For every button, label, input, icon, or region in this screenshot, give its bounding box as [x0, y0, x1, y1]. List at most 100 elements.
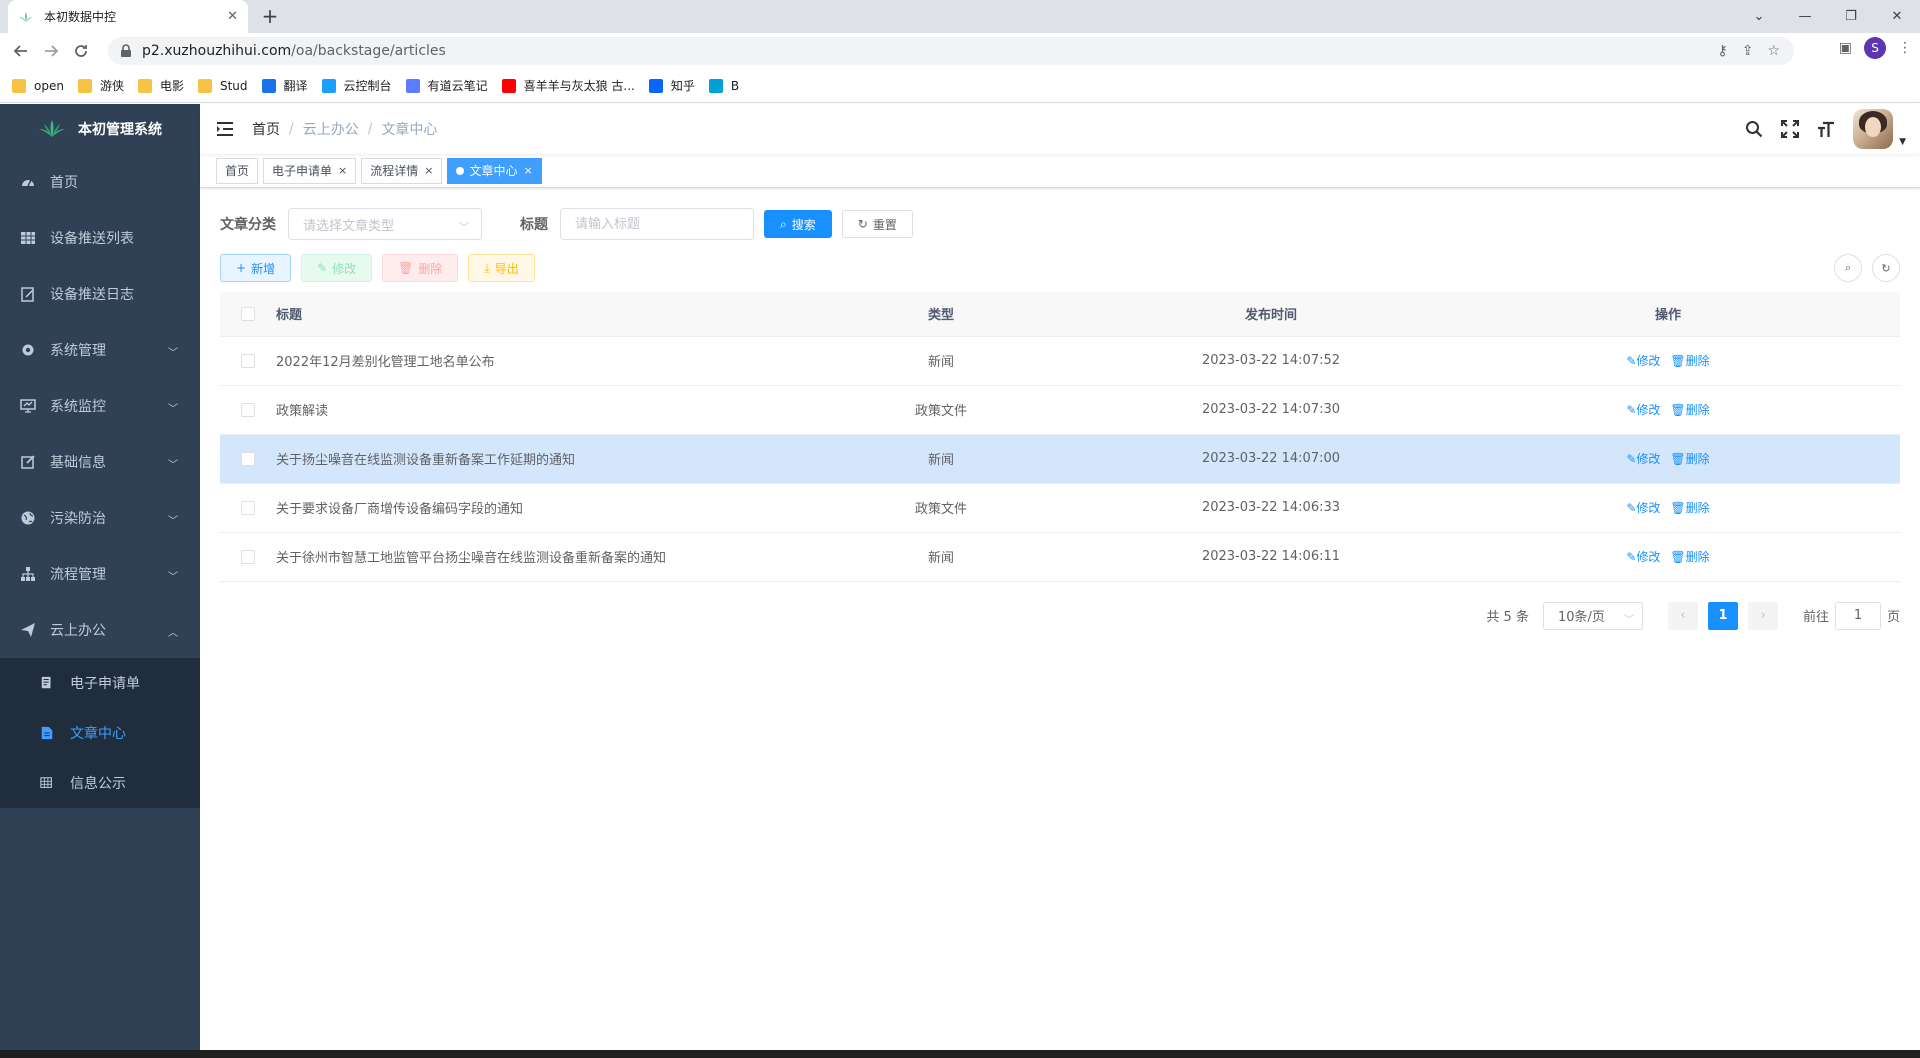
add-button[interactable]: + 新增 — [220, 254, 292, 282]
bookmark-0[interactable]: open — [12, 74, 64, 98]
table-row[interactable]: 关于要求设备厂商增传设备编码字段的通知 政策文件 2023-03-22 14:06:… — [220, 483, 1900, 533]
side-panel-icon[interactable]: ▣ — [1839, 40, 1852, 56]
row-delete-label: 删除 — [1685, 501, 1710, 515]
row-edit-link[interactable]: ✎修改 — [1626, 452, 1660, 466]
export-button[interactable]: ⤓ 导出 — [468, 254, 535, 282]
sidebar-item-1[interactable]: 设备推送列表 — [0, 210, 200, 266]
reset-button[interactable]: ↻ 重置 — [841, 210, 913, 238]
sidebar-subitem-1[interactable]: 文章中心 — [0, 708, 200, 758]
hamburger-icon[interactable] — [216, 121, 234, 137]
sidebar-item-2[interactable]: 设备推送日志 — [0, 266, 200, 322]
sidebar-subitem-0[interactable]: 电子申请单 — [0, 658, 200, 708]
sidebar-item-0[interactable]: 首页 — [0, 154, 200, 210]
refresh-button[interactable]: ↻ — [1872, 254, 1900, 282]
reload-button[interactable] — [66, 36, 96, 66]
goto-input[interactable] — [1834, 601, 1881, 630]
restore-button[interactable]: ❐ — [1828, 0, 1874, 33]
table-row[interactable]: 政策解读 政策文件 2023-03-22 14:07:30 ✎修改 🗑删除 — [220, 385, 1900, 435]
row-checkbox[interactable] — [241, 402, 255, 417]
sidebar-subitem-2[interactable]: 信息公示 — [0, 758, 200, 808]
sidebar-logo[interactable]: 本初管理系统 — [0, 104, 200, 154]
row-delete-link[interactable]: 🗑删除 — [1670, 452, 1709, 466]
bookmark-3[interactable]: Stud — [197, 74, 248, 98]
next-page-button[interactable]: › — [1747, 601, 1778, 630]
bookmark-4[interactable]: 翻译 — [261, 74, 308, 98]
row-edit-label: 修改 — [1636, 452, 1661, 466]
row-checkbox[interactable] — [241, 353, 255, 368]
bookmark-9[interactable]: B — [708, 74, 739, 98]
profile-avatar[interactable]: S — [1864, 37, 1886, 59]
table-row[interactable]: 2022年12月差别化管理工地名单公布 新闻 2023-03-22 14:07:52… — [220, 336, 1900, 386]
tag-label: 文章中心 — [469, 164, 518, 178]
back-button[interactable] — [6, 36, 36, 66]
new-tab-button[interactable]: + — [258, 5, 282, 29]
row-select-cell — [220, 385, 276, 435]
url-bar[interactable]: p2.xuzhouzhihui.com/oa/backstage/article… — [108, 37, 1794, 65]
star-icon[interactable]: ☆ — [1767, 43, 1780, 59]
prev-page-button[interactable]: ‹ — [1667, 601, 1698, 630]
page-size-select[interactable]: 10条/页 ﹀ — [1542, 601, 1643, 630]
bookmark-1[interactable]: 游侠 — [77, 74, 124, 98]
title-input[interactable] — [560, 208, 754, 240]
row-checkbox[interactable] — [241, 549, 255, 564]
fullscreen-icon[interactable] — [1781, 120, 1800, 138]
zhihu-icon — [648, 78, 663, 93]
translate-icon — [261, 78, 276, 93]
minimize-button[interactable]: — — [1782, 0, 1828, 33]
table-row[interactable]: 关于扬尘噪音在线监测设备重新备案工作延期的通知 新闻 2023-03-22 14:0… — [220, 434, 1900, 484]
tag-3[interactable]: 文章中心 × — [447, 157, 542, 184]
bookmark-6[interactable]: 有道云笔记 — [405, 74, 488, 98]
toggle-search-button[interactable]: ⌕ — [1834, 254, 1862, 282]
sidebar-item-5[interactable]: 基础信息 ﹀ — [0, 434, 200, 490]
breadcrumb-item-cloud-office: 云上办公 — [302, 122, 359, 138]
bookmark-8[interactable]: 知乎 — [648, 74, 695, 98]
row-checkbox[interactable] — [241, 451, 255, 466]
row-delete-link[interactable]: 🗑删除 — [1670, 354, 1709, 368]
logo-favicon-icon — [19, 11, 33, 22]
search-icon[interactable] — [1745, 120, 1763, 138]
sidebar-item-4[interactable]: 系统监控 ﹀ — [0, 378, 200, 434]
row-delete-link[interactable]: 🗑删除 — [1670, 501, 1709, 515]
bookmark-7[interactable]: 喜羊羊与灰太狼 古... — [501, 74, 635, 98]
tag-2[interactable]: 流程详情 × — [361, 157, 443, 184]
row-delete-link[interactable]: 🗑删除 — [1670, 403, 1709, 417]
row-checkbox[interactable] — [241, 500, 255, 515]
row-edit-link[interactable]: ✎修改 — [1626, 501, 1660, 515]
row-delete-link[interactable]: 🗑删除 — [1670, 550, 1709, 564]
forward-button[interactable] — [36, 36, 66, 66]
tag-0[interactable]: 首页 — [216, 157, 259, 184]
sidebar-item-8[interactable]: 云上办公 ︿ — [0, 602, 200, 658]
browser-tab[interactable]: 本初数据中控 ✕ — [8, 0, 248, 33]
row-time: 2023-03-22 14:06:33 — [1106, 483, 1436, 533]
bookmark-5[interactable]: 云控制台 — [321, 74, 392, 98]
close-window-button[interactable]: ✕ — [1874, 0, 1920, 33]
row-edit-link[interactable]: ✎修改 — [1626, 403, 1660, 417]
close-icon[interactable]: × — [524, 164, 533, 177]
sidebar-item-7[interactable]: 流程管理 ﹀ — [0, 546, 200, 602]
delete-button[interactable]: 🗑 删除 — [382, 254, 459, 282]
select-all-checkbox[interactable] — [241, 306, 255, 321]
row-edit-link[interactable]: ✎修改 — [1626, 354, 1660, 368]
table-row[interactable]: 关于徐州市智慧工地监管平台扬尘噪音在线监测设备重新备案的通知 新闻 2023-03-… — [220, 532, 1900, 582]
tag-1[interactable]: 电子申请单 × — [263, 157, 357, 184]
edit-button[interactable]: ✎ 修改 — [301, 254, 373, 282]
close-icon[interactable]: × — [424, 164, 433, 177]
row-edit-link[interactable]: ✎修改 — [1626, 550, 1660, 564]
font-size-icon[interactable] — [1817, 120, 1835, 138]
tab-close-icon[interactable]: ✕ — [227, 9, 238, 24]
tab-search-icon[interactable]: ⌄ — [1736, 0, 1782, 33]
page-number-current[interactable]: 1 — [1707, 601, 1738, 630]
menu-dots-icon[interactable]: ⋮ — [1898, 40, 1912, 56]
trash-icon: 🗑 — [1670, 452, 1686, 466]
caret-down-icon[interactable]: ▼ — [1899, 137, 1906, 147]
share-icon[interactable]: ⇪ — [1742, 43, 1754, 59]
bookmark-2[interactable]: 电影 — [137, 74, 184, 98]
breadcrumb-item-home[interactable]: 首页 — [252, 119, 280, 139]
key-icon[interactable]: ⚷ — [1717, 43, 1727, 59]
sidebar-item-3[interactable]: 系统管理 ﹀ — [0, 322, 200, 378]
sidebar-item-6[interactable]: 污染防治 ﹀ — [0, 490, 200, 546]
user-avatar[interactable] — [1853, 109, 1894, 149]
category-select[interactable]: 请选择文章类型 ﹀ — [288, 208, 482, 240]
close-icon[interactable]: × — [338, 164, 347, 177]
search-button[interactable]: ⌕ 搜索 — [764, 210, 832, 238]
